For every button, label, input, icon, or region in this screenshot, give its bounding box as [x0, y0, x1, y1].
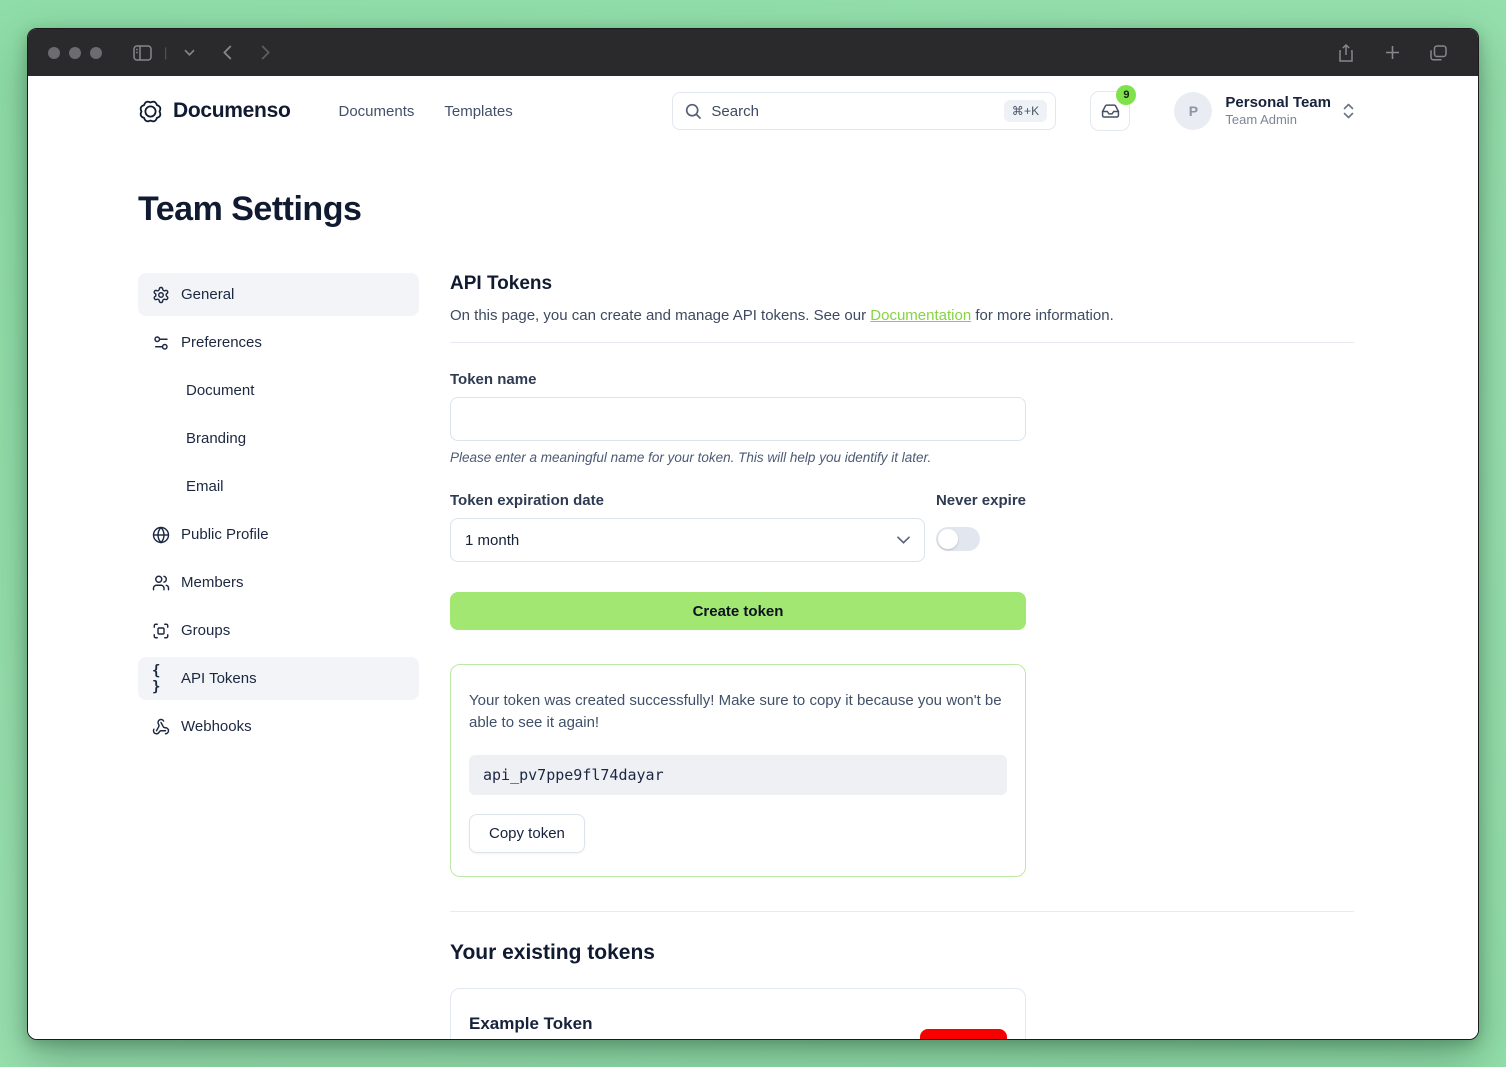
- expiration-selected-value: 1 month: [465, 532, 519, 549]
- forward-icon[interactable]: [251, 39, 279, 67]
- sidebar-item-label: Groups: [181, 622, 230, 639]
- nav-documents[interactable]: Documents: [339, 103, 415, 120]
- token-value: api_pv7ppe9fl74dayar: [469, 755, 1007, 795]
- app-header: Documenso Documents Templates ⌘+K: [28, 84, 1478, 138]
- sidebar-item-branding[interactable]: Branding: [138, 417, 419, 460]
- sidebar-item-label: API Tokens: [181, 670, 257, 687]
- documenso-rosette-icon: [138, 99, 163, 124]
- traffic-lights: [48, 47, 102, 59]
- sidebar-item-label: Branding: [186, 430, 246, 447]
- create-token-form: Token name Please enter a meaningful nam…: [450, 371, 1026, 630]
- webhook-icon: [152, 718, 170, 736]
- sidebar-item-email[interactable]: Email: [138, 465, 419, 508]
- brand-name: Documenso: [173, 99, 291, 123]
- browser-window: |: [27, 28, 1479, 1040]
- divider: [450, 342, 1354, 343]
- sidebar-item-webhooks[interactable]: Webhooks: [138, 705, 419, 748]
- api-tokens-panel: API Tokens On this page, you can create …: [450, 273, 1354, 1040]
- zoom-window-button[interactable]: [90, 47, 102, 59]
- new-tab-plus-icon[interactable]: [1378, 39, 1406, 67]
- main-nav: Documents Templates: [339, 103, 513, 120]
- minimize-window-button[interactable]: [69, 47, 81, 59]
- sidebar-item-groups[interactable]: Groups: [138, 609, 419, 652]
- group-frame-icon: [152, 622, 170, 640]
- back-icon[interactable]: [213, 39, 241, 67]
- section-description: On this page, you can create and manage …: [450, 307, 1354, 324]
- chevron-up-down-icon: [1343, 103, 1354, 119]
- search-input[interactable]: [711, 103, 994, 120]
- token-name-hint: Please enter a meaningful name for your …: [450, 450, 1026, 465]
- tab-options-chevron-icon[interactable]: [175, 39, 203, 67]
- inbox-count-badge: 9: [1116, 85, 1136, 105]
- avatar: P: [1174, 92, 1212, 130]
- app-content: Documenso Documents Templates ⌘+K: [28, 76, 1478, 1040]
- braces-icon: { }: [152, 663, 170, 695]
- sidebar-item-label: Members: [181, 574, 244, 591]
- divider: [450, 911, 1354, 912]
- search-bar[interactable]: ⌘+K: [672, 92, 1056, 130]
- browser-titlebar: |: [28, 29, 1478, 76]
- sidebar-item-label: Preferences: [181, 334, 262, 351]
- sidebar-item-label: General: [181, 286, 234, 303]
- existing-token-name: Example Token: [469, 1014, 782, 1034]
- never-expire-toggle[interactable]: [936, 527, 980, 551]
- sidebar-item-api-tokens[interactable]: { } API Tokens: [138, 657, 419, 700]
- sidebar-toggle-icon[interactable]: [128, 39, 156, 67]
- globe-icon: [152, 526, 170, 544]
- delete-token-button[interactable]: Delete: [920, 1029, 1007, 1040]
- token-name-input[interactable]: [450, 397, 1026, 441]
- sidebar-item-preferences[interactable]: Preferences: [138, 321, 419, 364]
- inbox-icon: [1101, 102, 1120, 121]
- documentation-link[interactable]: Documentation: [870, 307, 971, 324]
- search-shortcut-badge: ⌘+K: [1004, 100, 1048, 122]
- profile-menu[interactable]: P Personal Team Team Admin: [1174, 92, 1354, 130]
- sidebar-item-document[interactable]: Document: [138, 369, 419, 412]
- sidebar-item-members[interactable]: Members: [138, 561, 419, 604]
- sidebar-item-label: Webhooks: [181, 718, 252, 735]
- tab-overview-icon[interactable]: [1424, 39, 1452, 67]
- search-icon: [685, 103, 702, 120]
- nav-templates[interactable]: Templates: [444, 103, 512, 120]
- profile-role: Team Admin: [1225, 112, 1331, 129]
- sidebar-item-label: Public Profile: [181, 526, 269, 543]
- section-title: API Tokens: [450, 273, 1354, 295]
- never-expire-label: Never expire: [936, 492, 1026, 509]
- sliders-icon: [152, 334, 170, 352]
- token-created-message: Your token was created successfully! Mak…: [469, 690, 1007, 734]
- settings-sidebar: General Preferences Document Branding: [138, 273, 419, 1040]
- toggle-thumb: [938, 529, 958, 549]
- expiration-select[interactable]: 1 month: [450, 518, 925, 562]
- close-window-button[interactable]: [48, 47, 60, 59]
- existing-tokens-heading: Your existing tokens: [450, 941, 1354, 965]
- share-icon[interactable]: [1332, 39, 1360, 67]
- users-icon: [152, 574, 170, 592]
- profile-name: Personal Team: [1225, 94, 1331, 112]
- sidebar-item-general[interactable]: General: [138, 273, 419, 316]
- page-title: Team Settings: [138, 190, 1354, 229]
- copy-token-button[interactable]: Copy token: [469, 814, 585, 853]
- token-name-label: Token name: [450, 371, 1026, 388]
- chevron-down-icon: [897, 536, 910, 544]
- existing-token-row: Example Token Created on November 11, 20…: [450, 988, 1026, 1041]
- create-token-button[interactable]: Create token: [450, 592, 1026, 630]
- gear-icon: [152, 286, 170, 304]
- token-created-card: Your token was created successfully! Mak…: [450, 664, 1026, 877]
- sidebar-item-public-profile[interactable]: Public Profile: [138, 513, 419, 556]
- sidebar-item-label: Email: [186, 478, 224, 495]
- inbox-button[interactable]: 9: [1090, 91, 1130, 131]
- expiration-label: Token expiration date: [450, 492, 925, 509]
- sidebar-item-label: Document: [186, 382, 254, 399]
- brand-logo[interactable]: Documenso: [138, 99, 291, 124]
